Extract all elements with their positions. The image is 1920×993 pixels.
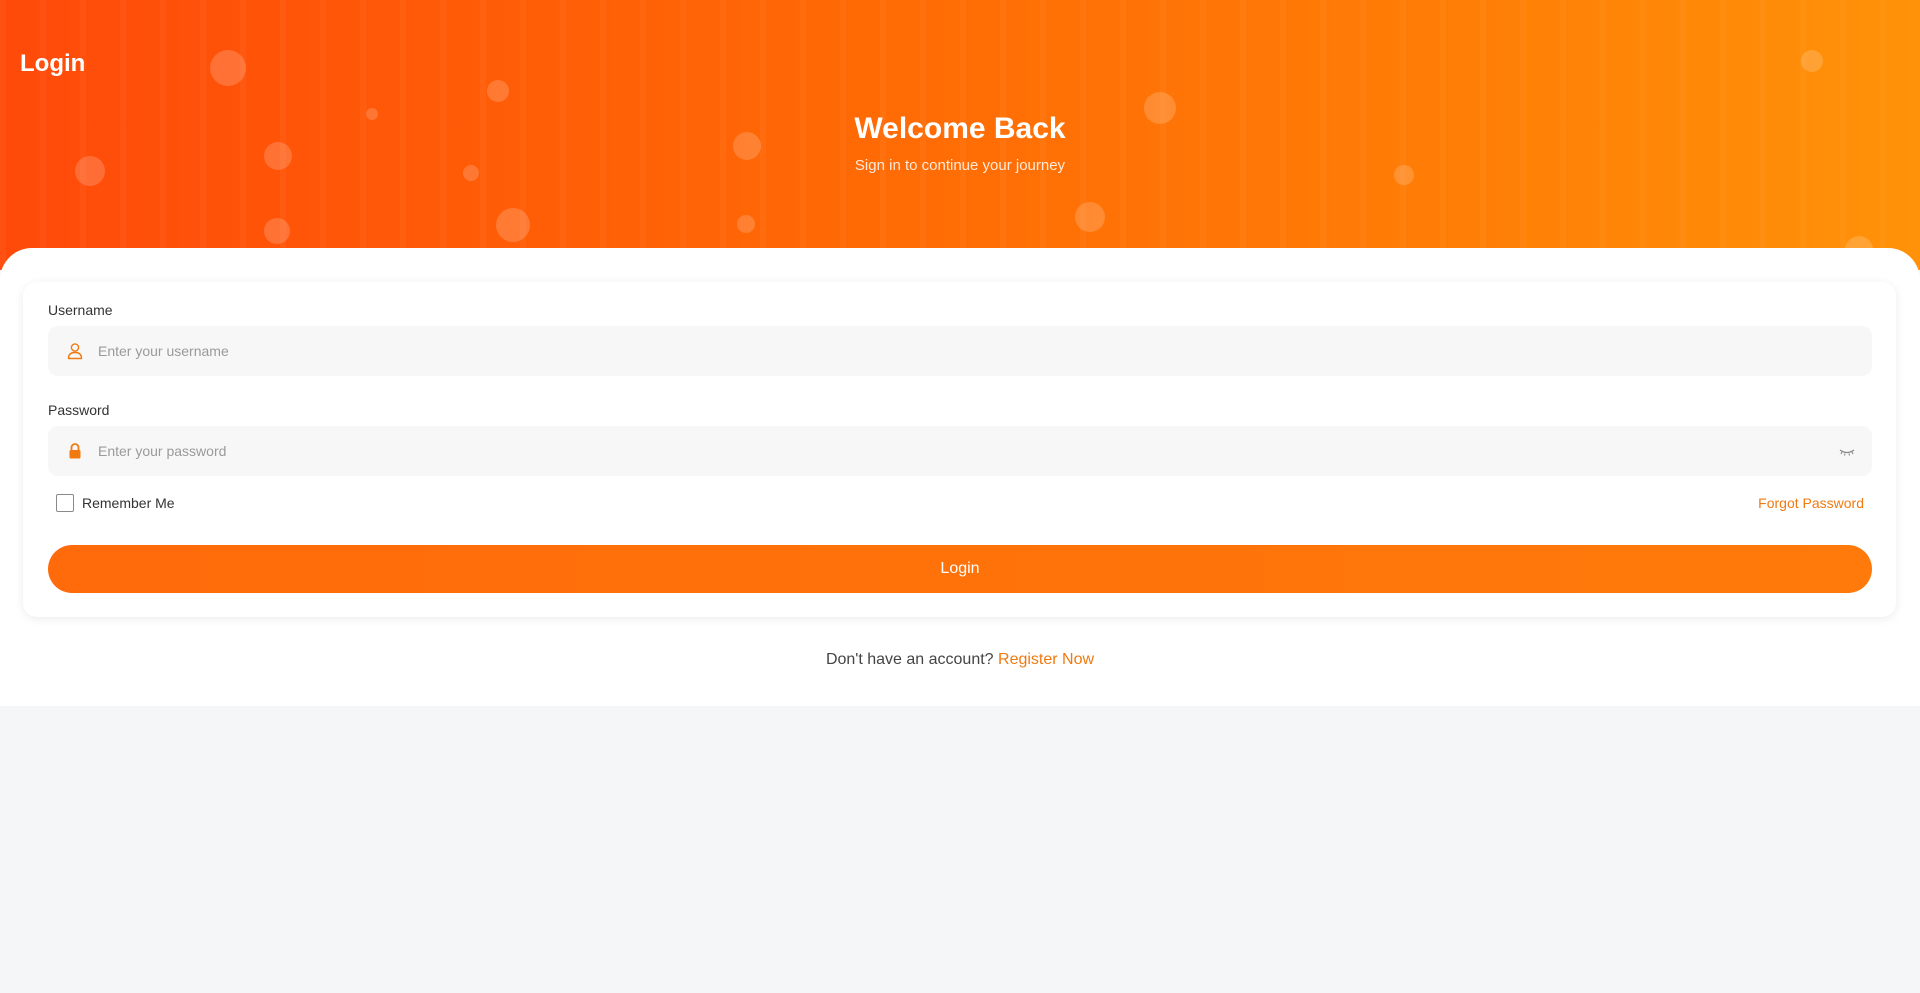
register-row: Don't have an account? Register Now	[0, 651, 1920, 669]
password-label: Password	[48, 402, 110, 418]
password-field-box	[48, 426, 1872, 476]
password-input[interactable]	[96, 426, 1796, 476]
username-input[interactable]	[96, 326, 1796, 376]
remember-me-label: Remember Me	[82, 495, 175, 511]
user-icon	[67, 343, 83, 360]
forgot-password-link[interactable]: Forgot Password	[1758, 494, 1864, 512]
decor-bubble	[1801, 50, 1823, 72]
login-page: Login Welcome Back Sign in to continue y…	[0, 0, 1920, 993]
remember-me-toggle[interactable]: Remember Me	[56, 494, 175, 512]
register-prompt: Don't have an account?	[825, 651, 999, 668]
welcome-heading: Welcome Back	[854, 112, 1066, 145]
welcome-subtitle: Sign in to continue your journey	[854, 157, 1066, 174]
remember-me-checkbox[interactable]	[56, 494, 74, 512]
username-field-box	[48, 326, 1872, 376]
lock-icon	[69, 443, 81, 459]
decor-bubble	[496, 208, 530, 242]
hero-header: Login Welcome Back Sign in to continue y…	[0, 0, 1920, 270]
login-button[interactable]: Login	[48, 545, 1872, 593]
register-now-link[interactable]: Register Now	[998, 651, 1094, 668]
page-title: Login	[20, 50, 86, 77]
username-label: Username	[48, 302, 113, 318]
decor-bubble	[210, 50, 246, 86]
decor-bubble	[1075, 202, 1105, 232]
decor-bubble	[487, 80, 509, 102]
eye-closed-icon[interactable]	[1838, 443, 1856, 459]
decor-bubble	[737, 215, 755, 233]
decor-bubble	[264, 218, 290, 244]
